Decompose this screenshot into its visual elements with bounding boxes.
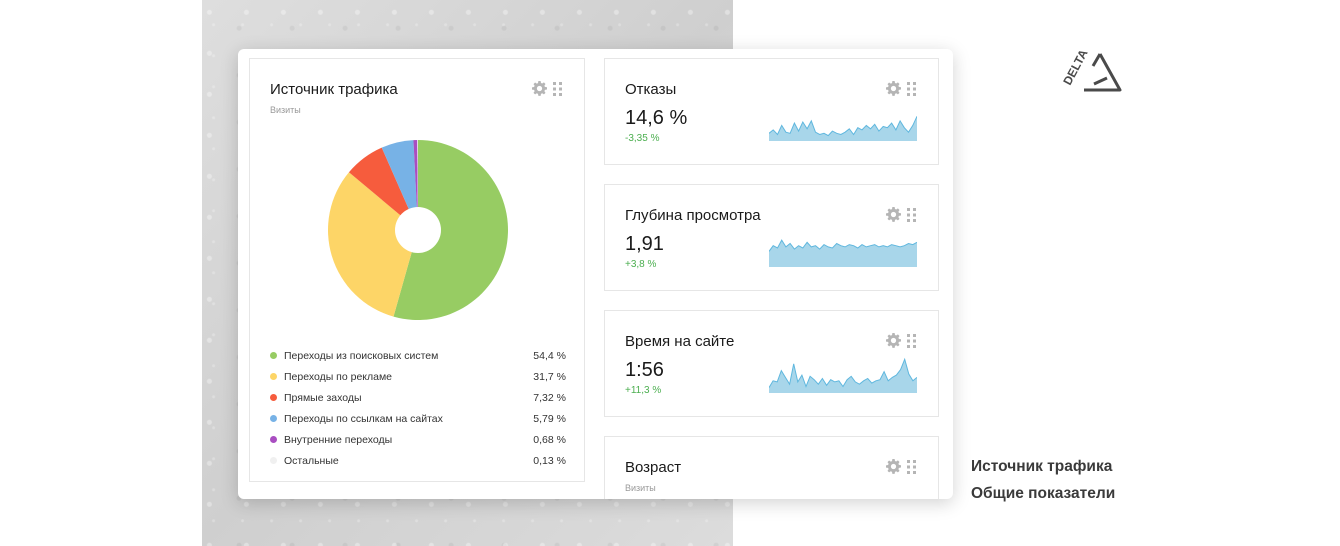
gear-icon[interactable] [886, 207, 901, 222]
sparkline-chart [769, 239, 917, 267]
metric-change: +3,8 % [625, 259, 657, 270]
metric-age-widget: Возраст Визиты [604, 436, 939, 499]
widget-tools [886, 333, 916, 348]
widget-tools [532, 81, 562, 96]
chart-legend: Переходы из поисковых систем 54,4 % Перехо… [270, 345, 566, 471]
logo-text: DELTA [1060, 47, 1090, 88]
drag-handle-icon[interactable] [553, 81, 562, 96]
sparkline-chart [769, 357, 917, 393]
legend-value: 31,7 % [533, 370, 566, 383]
legend-label: Переходы по рекламе [284, 370, 393, 383]
widget-subtitle: Визиты [270, 105, 301, 115]
drag-handle-icon[interactable] [907, 207, 916, 222]
drag-handle-icon[interactable] [907, 81, 916, 96]
legend-value: 0,13 % [533, 454, 566, 467]
legend-value: 0,68 % [533, 433, 566, 446]
donut-hole [395, 207, 441, 253]
legend-label: Внутренние переходы [284, 433, 393, 446]
metric-time-widget: Время на сайте 1:56 +11,3 % [604, 310, 939, 417]
legend-label: Переходы из поисковых систем [284, 349, 439, 362]
widget-tools [886, 207, 916, 222]
legend-dot [270, 415, 277, 422]
metric-change: +11,3 % [625, 385, 662, 396]
legend-label: Переходы по ссылкам на сайтах [284, 412, 443, 425]
dashboard-panel: Источник трафика Визиты Переходы из поис… [238, 49, 953, 499]
legend-item[interactable]: Прямые заходы 7,32 % [270, 387, 566, 408]
legend-item[interactable]: Переходы по ссылкам на сайтах 5,79 % [270, 408, 566, 429]
traffic-donut-chart [328, 140, 508, 320]
metric-title: Возраст [625, 459, 682, 476]
metric-title: Отказы [625, 81, 677, 98]
gear-icon[interactable] [886, 459, 901, 474]
widget-tools [886, 81, 916, 96]
legend-label: Прямые заходы [284, 391, 362, 404]
widget-tools [886, 459, 916, 474]
gear-icon[interactable] [532, 81, 547, 96]
widget-title: Источник трафика [270, 81, 398, 98]
legend-dot [270, 436, 277, 443]
legend-item[interactable]: Переходы из поисковых систем 54,4 % [270, 345, 566, 366]
metric-subtitle: Визиты [625, 483, 656, 493]
legend-item[interactable]: Переходы по рекламе 31,7 % [270, 366, 566, 387]
legend-item[interactable]: Остальные 0,13 % [270, 450, 566, 471]
brand-caption: Источник трафика Общие показатели [971, 453, 1115, 507]
legend-dot [270, 373, 277, 380]
legend-item[interactable]: Внутренние переходы 0,68 % [270, 429, 566, 450]
legend-value: 7,32 % [533, 391, 566, 404]
metric-value: 1:56 [625, 359, 664, 381]
legend-dot [270, 394, 277, 401]
metric-title: Время на сайте [625, 333, 735, 350]
metric-depth-widget: Глубина просмотра 1,91 +3,8 % [604, 184, 939, 291]
legend-value: 5,79 % [533, 412, 566, 425]
metric-change: -3,35 % [625, 133, 660, 144]
gear-icon[interactable] [886, 333, 901, 348]
caption-line: Общие показатели [971, 485, 1116, 502]
metric-value: 1,91 [625, 233, 664, 255]
metric-title: Глубина просмотра [625, 207, 761, 224]
metric-bounce-widget: Отказы 14,6 % -3,35 % [604, 58, 939, 165]
delta-logo: DELTA [1060, 47, 1122, 92]
gear-icon[interactable] [886, 81, 901, 96]
metric-value: 14,6 % [625, 107, 688, 129]
legend-dot [270, 457, 277, 464]
legend-dot [270, 352, 277, 359]
drag-handle-icon[interactable] [907, 459, 916, 474]
traffic-source-widget: Источник трафика Визиты Переходы из поис… [249, 58, 585, 482]
sparkline-chart [769, 116, 917, 141]
legend-value: 54,4 % [533, 349, 566, 362]
drag-handle-icon[interactable] [907, 333, 916, 348]
caption-line: Источник трафика [971, 458, 1113, 475]
legend-label: Остальные [284, 454, 339, 467]
